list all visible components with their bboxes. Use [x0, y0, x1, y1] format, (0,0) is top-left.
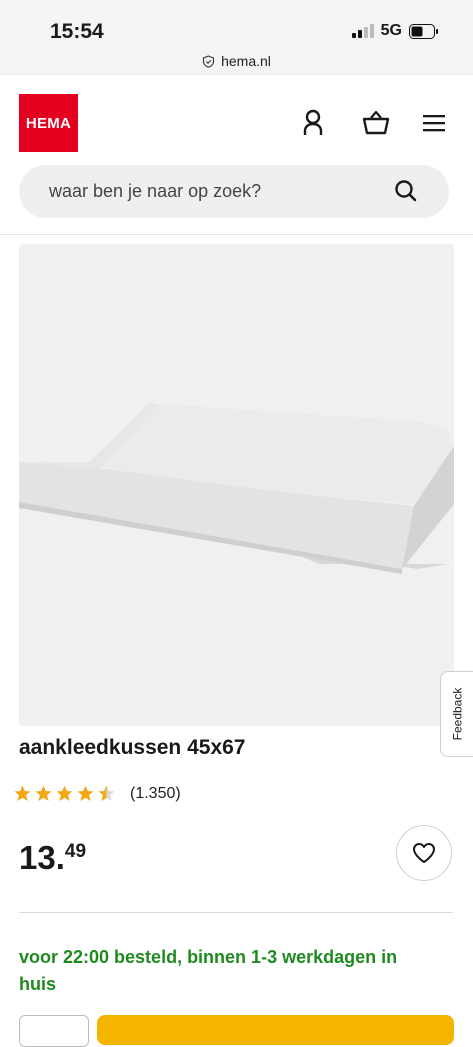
search-bar[interactable] — [19, 165, 449, 218]
basket-button[interactable] — [362, 109, 390, 137]
site-security-icon — [203, 54, 215, 68]
search-input[interactable] — [49, 165, 379, 218]
price-main: 13. — [19, 839, 65, 876]
favorite-button[interactable] — [396, 825, 452, 881]
account-button[interactable] — [299, 109, 327, 137]
menu-button[interactable] — [420, 109, 448, 137]
price-cents: 49 — [64, 841, 87, 862]
star-full-icon — [56, 785, 73, 802]
user-icon — [303, 109, 323, 135]
price-divider — [19, 912, 453, 913]
product-price: 13. 49 — [19, 838, 86, 878]
heart-icon — [413, 843, 435, 863]
product-rating[interactable]: (1.350) — [13, 784, 181, 803]
network-label: 5G — [380, 22, 402, 39]
feedback-tab[interactable]: Feedback — [440, 671, 473, 757]
status-time: 15:54 — [50, 20, 104, 43]
signal-icon — [351, 24, 374, 38]
search-icon[interactable] — [393, 178, 419, 204]
status-indicators: 5G — [351, 22, 439, 40]
header-divider — [0, 234, 473, 235]
hamburger-menu-icon — [423, 115, 445, 132]
product-image[interactable] — [19, 244, 454, 726]
url-text: hema.nl — [221, 53, 271, 69]
star-half-icon — [98, 785, 115, 802]
status-bar: 15:54 5G — [0, 0, 473, 48]
delivery-info: voor 22:00 besteld, binnen 1-3 werkdagen… — [19, 947, 398, 994]
battery-icon — [409, 23, 438, 39]
rating-count[interactable]: (1.350) — [130, 785, 181, 803]
site-header: HEMA — [0, 74, 473, 235]
star-full-icon — [14, 785, 31, 802]
url-bar[interactable]: hema.nl — [0, 48, 473, 74]
product-title: aankleedkussen 45x67 — [19, 736, 246, 759]
basket-icon — [362, 110, 390, 135]
changing-pad-illustration — [19, 403, 454, 574]
star-full-icon — [35, 785, 52, 802]
feedback-label: Feedback — [450, 687, 465, 741]
add-to-cart-button[interactable] — [97, 1015, 454, 1045]
hema-logo[interactable]: HEMA — [19, 94, 78, 152]
star-full-icon — [77, 785, 94, 802]
quantity-select[interactable] — [19, 1015, 89, 1047]
